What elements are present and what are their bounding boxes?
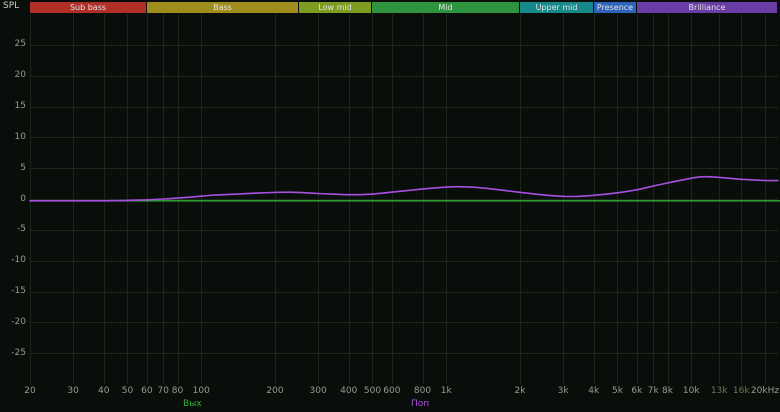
frequency-tick-label: 20kHz — [743, 386, 780, 397]
frequency-tick-label: 20 — [8, 386, 52, 397]
frequency-tick-label: 1k — [424, 386, 468, 397]
eq-curve-pop[interactable] — [30, 177, 778, 201]
spl-frequency-plot[interactable] — [0, 0, 780, 412]
spl-tick-label: -15 — [0, 286, 26, 297]
spl-tick-label: 20 — [0, 70, 26, 81]
spl-tick-label: -25 — [0, 348, 26, 359]
spl-tick-label: -10 — [0, 255, 26, 266]
spl-tick-label: -5 — [0, 224, 26, 235]
frequency-tick-label: 100 — [179, 386, 223, 397]
frequency-tick-label: 200 — [253, 386, 297, 397]
spl-tick-label: 15 — [0, 101, 26, 112]
frequency-tick-label: 2k — [498, 386, 542, 397]
spl-tick-label: 0 — [0, 194, 26, 205]
equalizer-spl-chart: SPL Sub bassBassLow midMidUpper midPrese… — [0, 0, 780, 412]
spl-tick-label: -20 — [0, 317, 26, 328]
spl-tick-label: 25 — [0, 39, 26, 50]
spl-tick-label: 10 — [0, 132, 26, 143]
spl-tick-label: 5 — [0, 163, 26, 174]
legend-output-label: Вых — [183, 398, 202, 410]
legend-pop-preset-label: Поп — [411, 398, 429, 410]
